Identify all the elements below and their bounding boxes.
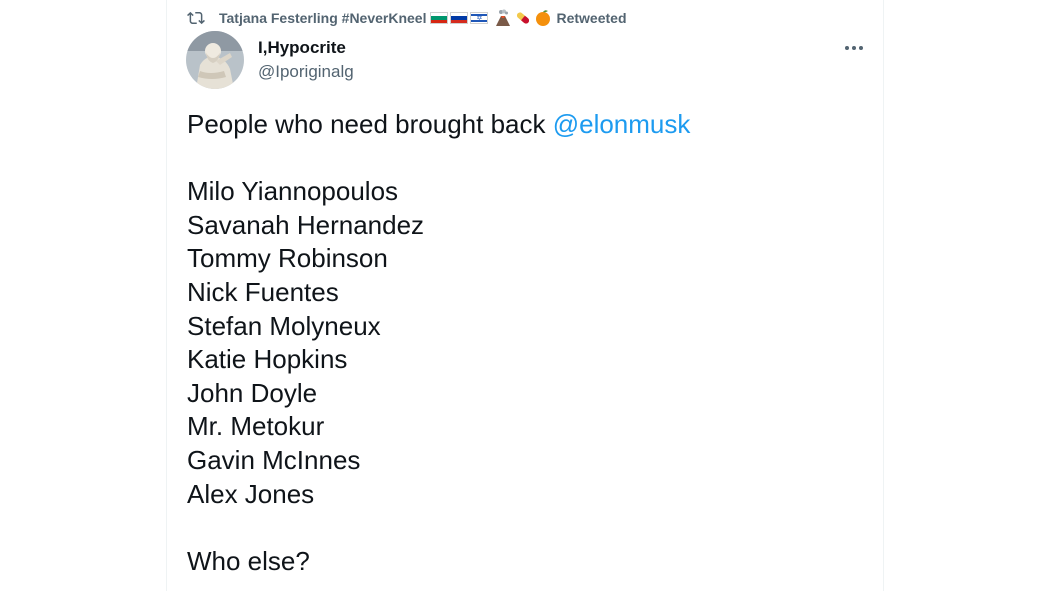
list-item: Milo Yiannopoulos (187, 176, 399, 207)
list-item: Alex Jones (187, 478, 315, 509)
tweet-article[interactable]: Tatjana Festerling #NeverKneel ✡ Retweet… (166, 0, 884, 591)
retweeted-label: Retweeted (556, 10, 627, 26)
avatar[interactable] (186, 31, 244, 89)
author-name[interactable]: I,Hypocrite (258, 38, 346, 58)
author-handle[interactable]: @Iporiginalg (258, 62, 354, 82)
more-options-button[interactable] (839, 34, 869, 62)
list-item: Tommy Robinson (187, 243, 388, 274)
tweet-intro-text: People who need brought back (187, 109, 553, 139)
retweet-icon (187, 9, 205, 27)
bulgaria-flag-icon (430, 12, 449, 24)
volcano-icon (494, 9, 512, 27)
retweeter-flags: ✡ (430, 12, 490, 24)
list-item: John Doyle (187, 377, 318, 408)
israel-flag-icon: ✡ (470, 12, 489, 24)
russia-flag-icon (450, 12, 469, 24)
list-item: Nick Fuentes (187, 276, 339, 307)
list-item: Gavin McInnes (187, 444, 361, 475)
list-item: Katie Hopkins (187, 344, 348, 375)
retweet-context: Tatjana Festerling #NeverKneel ✡ Retweet… (187, 8, 627, 28)
more-icon (845, 46, 863, 50)
pill-icon (514, 9, 532, 27)
tweet-intro-line: People who need brought back @elonmusk (187, 108, 847, 142)
retweeter-name[interactable]: Tatjana Festerling #NeverKneel (219, 10, 426, 26)
orange-icon (534, 9, 552, 27)
list-item: Savanah Hernandez (187, 209, 425, 240)
tweet-closing-line: Who else? (187, 545, 310, 576)
list-item: Mr. Metokur (187, 411, 325, 442)
mention-link[interactable]: @elonmusk (553, 109, 691, 139)
list-item: Stefan Molyneux (187, 310, 381, 341)
tweet-text: People who need brought back @elonmusk M… (187, 108, 847, 578)
